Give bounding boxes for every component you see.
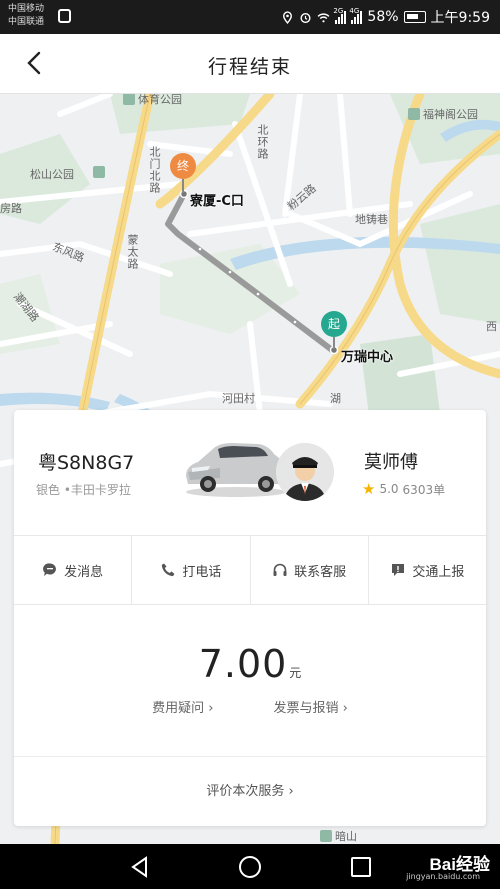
- license-plate: 粤S8N8G7: [38, 452, 135, 474]
- start-marker[interactable]: 起: [321, 311, 347, 337]
- map-label-beili-road: 北门北路: [148, 146, 161, 194]
- signal-icon-1: 2G: [333, 7, 347, 24]
- app-header: 行程结束: [0, 34, 500, 94]
- fare-unit: 元: [289, 666, 302, 680]
- rate-service-button[interactable]: 评价本次服务 ›: [14, 780, 486, 799]
- notification-icon: [58, 9, 71, 23]
- action-bar: 发消息 打电话 联系客服 交通上报: [14, 535, 486, 605]
- send-message-label: 发消息: [64, 564, 104, 580]
- chevron-right-icon: ›: [208, 701, 214, 716]
- map-label-fang-road: 房路: [0, 202, 22, 215]
- battery-icon: [403, 11, 426, 23]
- nav-recents-icon[interactable]: [346, 852, 376, 882]
- map-label-hu: 湖: [330, 392, 341, 405]
- customer-service-label: 联系客服: [294, 564, 347, 580]
- battery-percent: 58%: [367, 9, 399, 25]
- nav-back-icon[interactable]: [125, 852, 155, 882]
- map-label-fushen-park: 福神阁公园: [408, 106, 478, 122]
- card-divider: [14, 756, 486, 757]
- end-marker[interactable]: 终: [170, 153, 196, 179]
- map-label-songshan-park: 松山公园: [30, 168, 74, 181]
- invoice-link[interactable]: 发票与报销 ›: [274, 697, 348, 716]
- clock: 上午9:59: [430, 10, 490, 26]
- star-icon: ★: [362, 480, 376, 498]
- headset-icon: [273, 563, 287, 576]
- phone-icon: [162, 563, 175, 577]
- status-icons: 2G 4G 58% 上午9:59: [281, 7, 490, 27]
- map-label-tiyu-park: 体育公园: [123, 94, 182, 107]
- call-button[interactable]: 打电话: [132, 536, 251, 604]
- map-label-beihuan-road: 北环路: [256, 124, 269, 160]
- page-title: 行程结束: [207, 56, 292, 78]
- end-place-label: 寮厦-C口: [190, 194, 244, 209]
- traffic-report-label: 交通上报: [412, 564, 465, 580]
- watermark-url: jingyan.baidu.com: [406, 872, 480, 881]
- map-label-hetian: 河田村: [222, 392, 255, 405]
- car-image: [186, 443, 290, 497]
- nav-home-icon[interactable]: [235, 852, 265, 882]
- chevron-right-icon: ›: [342, 701, 348, 716]
- map-poi-icon: [93, 166, 108, 179]
- wifi-icon: [318, 12, 330, 22]
- order-count: 6303单: [402, 482, 446, 497]
- traffic-report-button[interactable]: 交通上报: [369, 536, 486, 604]
- driver-avatar: [276, 443, 334, 501]
- carrier-labels: 中国移动 中国联通: [8, 3, 44, 29]
- call-label: 打电话: [182, 564, 222, 580]
- car-description: 银色 •丰田卡罗拉: [36, 483, 131, 497]
- signal-icon-2: 4G: [349, 7, 363, 24]
- map-label-mengtai-road: 蒙太路: [126, 234, 139, 270]
- status-bar: 中国移动 中国联通 2G 4G 58% 上午9:59: [0, 0, 500, 34]
- map-label-ditu-road: 地铸巷: [355, 213, 388, 226]
- carrier-1: 中国移动: [8, 4, 45, 14]
- map-label-west: 西: [486, 320, 497, 333]
- start-marker-stem: [333, 337, 335, 349]
- fare-display: 7.00 元: [14, 642, 486, 686]
- send-message-button[interactable]: 发消息: [14, 536, 133, 604]
- rating-score: 5.0: [379, 482, 399, 496]
- fare-amount: 7.00: [198, 642, 288, 686]
- location-icon: [283, 10, 293, 24]
- report-icon: [392, 564, 405, 576]
- start-place-label: 万瑞中心: [341, 350, 394, 365]
- chevron-right-icon: ›: [288, 784, 294, 799]
- end-marker-stem: [182, 179, 184, 193]
- carrier-2: 中国联通: [8, 17, 45, 27]
- fare-links: 费用疑问 › 发票与报销 ›: [14, 697, 486, 716]
- alarm-icon: [300, 12, 311, 23]
- map-label-anshan: 暗山: [320, 828, 357, 844]
- system-nav-bar: Bai经验 jingyan.baidu.com: [0, 844, 500, 889]
- fee-question-link[interactable]: 费用疑问 ›: [152, 697, 213, 716]
- message-icon: [43, 563, 57, 576]
- driver-rating: ★ 5.0 6303单: [362, 480, 445, 498]
- trip-summary-card: 粤S8N8G7 银色 •丰田卡罗拉 莫师傅 ★ 5.0 6303单 发消息 打电…: [14, 410, 486, 826]
- customer-service-button[interactable]: 联系客服: [251, 536, 369, 604]
- driver-name: 莫师傅: [364, 452, 418, 473]
